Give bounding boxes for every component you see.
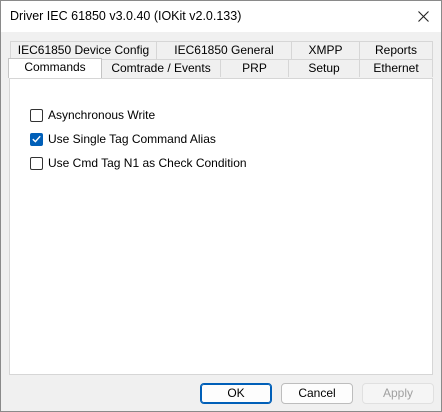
tab-commands[interactable]: Commands bbox=[8, 58, 102, 78]
apply-button[interactable]: Apply bbox=[362, 383, 434, 404]
asynchronous-write-label: Asynchronous Write bbox=[48, 108, 156, 122]
use-cmd-tag-n1-check-condition-label: Use Cmd Tag N1 as Check Condition bbox=[48, 156, 247, 170]
title-bar: Driver IEC 61850 v3.0.40 (IOKit v2.0.133… bbox=[1, 1, 441, 32]
close-button[interactable] bbox=[411, 5, 435, 27]
checkbox-box[interactable] bbox=[30, 156, 43, 170]
tab-iec61850-general[interactable]: IEC61850 General bbox=[156, 41, 292, 59]
tab-comtrade-events[interactable]: Comtrade / Events bbox=[101, 59, 221, 77]
use-cmd-tag-n1-check-condition-checkbox[interactable]: Use Cmd Tag N1 as Check Condition bbox=[30, 155, 247, 171]
tab-reports[interactable]: Reports bbox=[359, 41, 433, 59]
asynchronous-write-checkbox[interactable]: Asynchronous Write bbox=[30, 107, 155, 123]
cancel-button[interactable]: Cancel bbox=[281, 383, 353, 404]
ok-button[interactable]: OK bbox=[200, 383, 272, 404]
tab-prp[interactable]: PRP bbox=[220, 59, 289, 77]
use-single-tag-command-alias-checkbox[interactable]: Use Single Tag Command Alias bbox=[30, 131, 216, 147]
checkbox-box[interactable] bbox=[30, 132, 43, 146]
close-icon bbox=[417, 10, 429, 22]
window-title: Driver IEC 61850 v3.0.40 (IOKit v2.0.133… bbox=[10, 9, 242, 23]
dialog-window: Driver IEC 61850 v3.0.40 (IOKit v2.0.133… bbox=[0, 0, 442, 412]
checkmark-icon bbox=[32, 135, 41, 143]
tab-setup[interactable]: Setup bbox=[288, 59, 360, 77]
tab-xmpp[interactable]: XMPP bbox=[291, 41, 360, 59]
tab-ethernet[interactable]: Ethernet bbox=[359, 59, 433, 77]
tab-iec61850-device-config[interactable]: IEC61850 Device Config bbox=[10, 41, 157, 59]
checkbox-box[interactable] bbox=[30, 108, 43, 122]
use-single-tag-command-alias-label: Use Single Tag Command Alias bbox=[48, 132, 216, 146]
